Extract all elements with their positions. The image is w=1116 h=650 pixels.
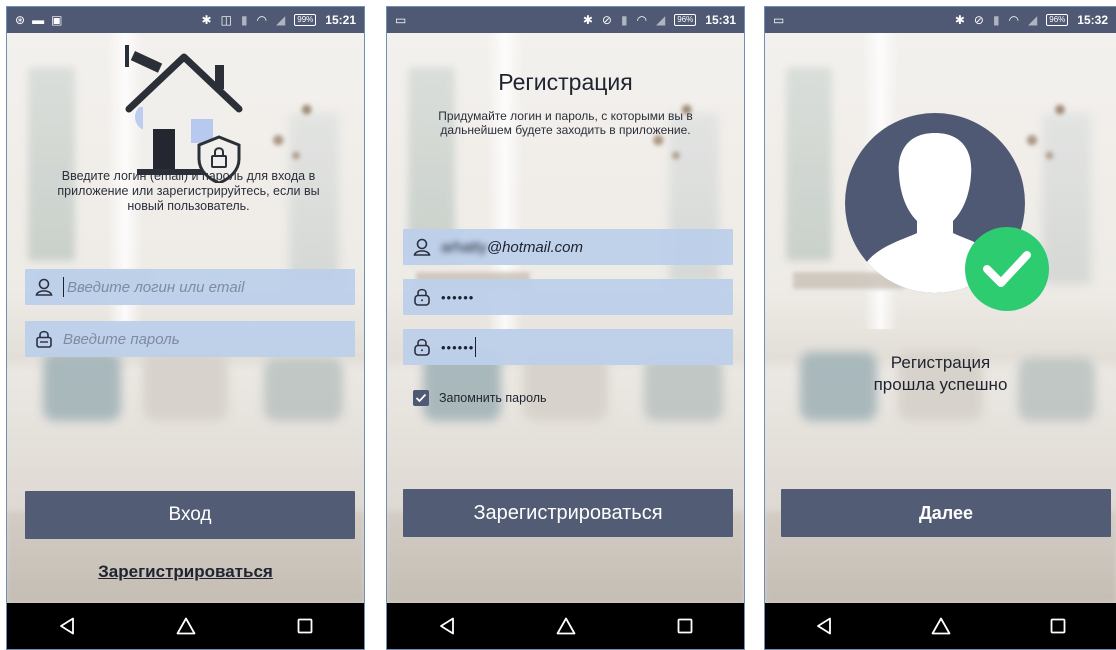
- recents-icon[interactable]: [665, 606, 705, 646]
- dnd-icon: ⊘: [973, 13, 984, 27]
- wifi-icon: ◠: [1008, 13, 1020, 27]
- sim-icon: ▮: [992, 13, 1000, 27]
- password-input[interactable]: ••••••: [403, 279, 733, 315]
- sim-icon: ▮: [620, 13, 628, 27]
- success-message-line1: Регистрация: [890, 353, 991, 372]
- check-icon: [965, 227, 1049, 311]
- password-value: ••••••: [441, 289, 475, 305]
- email-input[interactable]: arhatty @hotmail.com: [403, 229, 733, 265]
- password-placeholder: Введите пароль: [63, 330, 180, 348]
- login-input[interactable]: Введите логин или email: [25, 269, 355, 305]
- image-icon: ▣: [51, 13, 63, 27]
- register-description: Придумайте логин и пароль, с которыми вы…: [438, 109, 693, 137]
- register-screen: ▭ ✱ ⊘ ▮ ◠ ◢ 96% 15:31 Регистрация Придум…: [386, 6, 745, 650]
- bluetooth-icon: ✱: [954, 13, 965, 27]
- home-icon[interactable]: [166, 606, 206, 646]
- status-time: 15:21: [325, 13, 356, 27]
- signal-icon: ◢: [276, 13, 286, 27]
- screenshot-icon: ▭: [773, 13, 785, 27]
- home-icon[interactable]: [921, 606, 961, 646]
- wifi-icon: ◠: [256, 13, 268, 27]
- battery-indicator: 96%: [674, 14, 697, 26]
- navigation-bar: [7, 603, 364, 649]
- text-caret: [63, 277, 64, 297]
- remember-password-label: Запомнить пароль: [439, 391, 547, 405]
- lock-icon: [33, 328, 55, 350]
- back-icon[interactable]: [804, 606, 844, 646]
- bluetooth-icon: ✱: [582, 13, 593, 27]
- next-button[interactable]: Далее: [781, 489, 1111, 537]
- email-value-hidden: arhatty: [441, 238, 487, 256]
- battery-indicator: 96%: [1046, 14, 1069, 26]
- back-icon[interactable]: [427, 606, 467, 646]
- status-bar: ▭ ✱ ⊘ ▮ ◠ ◢ 96% 15:31: [387, 7, 744, 33]
- login-description: Введите логин (email) и пароль для входа…: [57, 169, 320, 213]
- register-button[interactable]: Зарегистрироваться: [403, 489, 733, 537]
- password-confirm-value: ••••••: [441, 339, 475, 355]
- success-message-line2: прошла успешно: [873, 375, 1008, 394]
- password-confirm-input[interactable]: ••••••: [403, 329, 733, 365]
- screenshot-icon: ▭: [395, 13, 407, 27]
- camera-icon: [125, 45, 163, 73]
- battery-indicator: 99%: [294, 14, 317, 26]
- password-input[interactable]: Введите пароль: [25, 321, 355, 357]
- sim-icon: ▮: [240, 13, 248, 27]
- signal-icon: ◢: [1028, 13, 1038, 27]
- login-button[interactable]: Вход: [25, 491, 355, 539]
- navigation-bar: [387, 603, 744, 649]
- back-icon[interactable]: [47, 606, 87, 646]
- chrome-icon: ⊛: [15, 13, 26, 27]
- user-icon: [411, 236, 433, 258]
- navigation-bar: [765, 603, 1116, 649]
- avatar-icon: [845, 113, 1049, 311]
- home-icon[interactable]: [546, 606, 586, 646]
- status-bar: ⊛ ▬ ▣ ✱ ◫ ▮ ◠ ◢ 99% 15:21: [7, 7, 364, 33]
- house-icon: [125, 45, 243, 183]
- recents-icon[interactable]: [1038, 606, 1078, 646]
- vibrate-icon: ◫: [220, 13, 232, 27]
- status-bar: ▭ ✱ ⊘ ▮ ◠ ◢ 96% 15:32: [765, 7, 1116, 33]
- success-screen: ▭ ✱ ⊘ ▮ ◠ ◢ 96% 15:32 Регистрация прошла…: [764, 6, 1116, 650]
- remember-password-checkbox[interactable]: Запомнить пароль: [413, 390, 547, 406]
- email-value: @hotmail.com: [486, 238, 583, 256]
- status-time: 15:32: [1077, 13, 1108, 27]
- signal-icon: ◢: [656, 13, 666, 27]
- user-icon: [33, 276, 55, 298]
- text-caret: [475, 337, 477, 357]
- lock-icon: [411, 286, 433, 308]
- recents-icon[interactable]: [285, 606, 325, 646]
- dnd-icon: ⊘: [601, 13, 612, 27]
- login-screen: ⊛ ▬ ▣ ✱ ◫ ▮ ◠ ◢ 99% 15:21 Введите логин …: [6, 6, 365, 650]
- status-time: 15:31: [705, 13, 736, 27]
- page-title: Регистрация: [498, 69, 633, 95]
- video-icon: ▬: [32, 13, 45, 27]
- lock-icon: [411, 336, 433, 358]
- wifi-icon: ◠: [636, 13, 648, 27]
- register-link[interactable]: Зарегистрироваться: [7, 562, 364, 582]
- bluetooth-icon: ✱: [201, 13, 212, 27]
- checkbox-checked-icon: [413, 390, 429, 406]
- login-placeholder: Введите логин или email: [67, 278, 245, 296]
